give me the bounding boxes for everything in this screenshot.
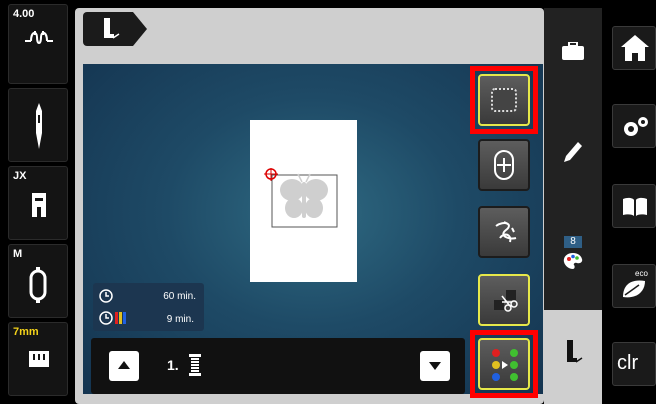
color-navigation-bar: 1. bbox=[91, 338, 465, 394]
embroidery-foot-tab-icon bbox=[567, 340, 583, 363]
help-manual-button[interactable] bbox=[612, 184, 656, 228]
eco-label: eco bbox=[635, 269, 648, 278]
hoop-label: M bbox=[13, 248, 23, 260]
stitch-path-button[interactable] bbox=[478, 206, 530, 258]
home-icon bbox=[621, 35, 649, 61]
feed-dog-icon bbox=[29, 351, 49, 367]
book-icon bbox=[623, 197, 647, 216]
gears-icon bbox=[624, 117, 648, 136]
thread-spool-icon bbox=[189, 354, 201, 376]
color-index: 1. bbox=[167, 357, 179, 373]
hoop-panel[interactable]: M bbox=[8, 244, 68, 318]
arrow-down-icon bbox=[429, 362, 441, 370]
highlight-frame bbox=[470, 66, 538, 134]
needle-panel[interactable] bbox=[8, 88, 68, 162]
stitch-width-panel[interactable]: 4.00 bbox=[8, 4, 68, 84]
color-time: 9 min. bbox=[166, 314, 194, 325]
previous-color-button[interactable] bbox=[109, 351, 139, 381]
pencil-icon[interactable] bbox=[562, 140, 584, 164]
move-design-button[interactable] bbox=[478, 139, 530, 191]
presser-foot-icon bbox=[32, 193, 46, 217]
clear-label: clr bbox=[617, 352, 639, 374]
scissors-icon bbox=[494, 290, 518, 312]
embroidery-foot-icon bbox=[104, 18, 120, 39]
clear-button[interactable]: clr bbox=[612, 342, 656, 386]
highlight-frame-2 bbox=[470, 330, 538, 398]
stitch-width-value: 4.00 bbox=[13, 8, 35, 20]
color-count-badge: 8 bbox=[564, 236, 582, 248]
stitch-path-icon bbox=[495, 221, 517, 243]
presser-foot-label: JX bbox=[13, 170, 27, 182]
stitch-length-value: 7mm bbox=[13, 326, 39, 338]
embroidery-tab[interactable] bbox=[544, 310, 602, 404]
eco-button[interactable]: eco bbox=[612, 264, 656, 308]
settings-button[interactable] bbox=[612, 104, 656, 148]
next-color-button[interactable] bbox=[420, 351, 450, 381]
total-time: 60 min. bbox=[163, 291, 196, 302]
home-button[interactable] bbox=[612, 26, 656, 70]
presser-foot-panel[interactable]: JX bbox=[8, 166, 68, 240]
arrow-up-icon bbox=[118, 361, 130, 369]
center-hoop-icon bbox=[494, 150, 514, 180]
thread-cut-button[interactable] bbox=[478, 274, 530, 326]
stitch-length-panel[interactable]: 7mm bbox=[8, 322, 68, 396]
palette-icon[interactable] bbox=[563, 252, 583, 270]
tension-icon bbox=[25, 31, 53, 44]
time-info: 60 min. 9 min. bbox=[93, 283, 204, 331]
briefcase-icon[interactable] bbox=[562, 42, 584, 60]
clock-icon bbox=[99, 289, 113, 303]
needle-icon bbox=[36, 103, 42, 149]
embroidery-mode-button[interactable] bbox=[83, 12, 147, 46]
design-preview[interactable] bbox=[262, 168, 340, 230]
color-time-icon bbox=[99, 311, 126, 325]
left-sidebar: 4.00 JX M 7mm bbox=[0, 0, 75, 404]
hoop-icon bbox=[29, 267, 47, 303]
